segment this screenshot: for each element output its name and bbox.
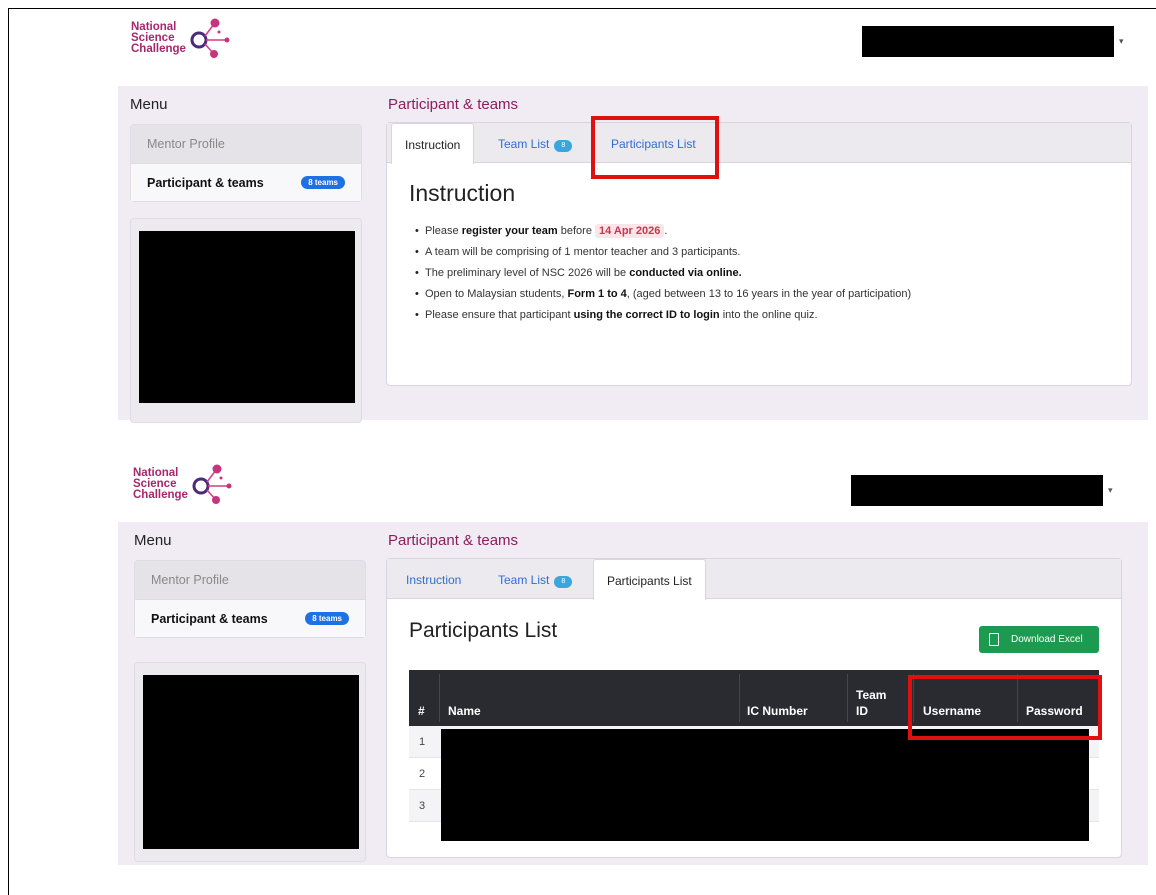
list-item: Please register your team before 14 Apr … (415, 221, 1135, 242)
nsc-logo[interactable]: National Science Challenge (133, 464, 253, 520)
instruction-list: Please register your team before 14 Apr … (415, 221, 1135, 326)
row-number: 3 (419, 800, 426, 812)
sidebar-item-participant-teams[interactable]: Participant & teams 8 teams (135, 599, 365, 637)
photo-redacted (139, 231, 355, 403)
sidebar-item-mentor-profile[interactable]: Mentor Profile (131, 125, 361, 163)
caret-down-icon[interactable]: ▾ (1119, 36, 1124, 47)
tab-instruction[interactable]: Instruction (393, 559, 474, 599)
list-item: A team will be comprising of 1 mentor te… (415, 242, 1135, 263)
column-header-number[interactable]: # (418, 703, 425, 719)
page-title: Participant & teams (388, 532, 519, 549)
download-excel-button[interactable]: Download Excel (979, 626, 1099, 653)
tab-team-list[interactable]: Team List 8 (485, 559, 585, 599)
deadline-date: 14 Apr 2026 (595, 224, 665, 238)
document-border-left (8, 8, 9, 895)
tab-panel: Instruction Team List 8 Participants List… (386, 122, 1132, 386)
column-header-team-id[interactable]: Team ID (856, 687, 886, 719)
team-count-badge: 8 (554, 140, 573, 152)
teams-count-badge: 8 teams (301, 176, 345, 189)
column-header-ic-number[interactable]: IC Number (747, 703, 808, 719)
mentor-photo-card (130, 218, 362, 423)
highlight-box-credentials-columns (908, 675, 1102, 740)
screenshot-instruction-tab: National Science Challenge ▾ Menu Mentor P… (118, 14, 1148, 423)
list-item: Open to Malaysian students, Form 1 to 4,… (415, 284, 1135, 305)
tab-bar: Instruction Team List 8 Participants List (387, 123, 1131, 164)
participants-heading: Participants List (409, 619, 558, 642)
sidebar-item-label: Mentor Profile (151, 573, 229, 587)
tab-instruction[interactable]: Instruction (391, 123, 475, 164)
tab-bar: Instruction Team List 8 Participants List (387, 559, 1121, 600)
column-divider (847, 674, 848, 722)
list-item: The preliminary level of NSC 2026 will b… (415, 263, 1135, 284)
top-navbar: National Science Challenge ▾ (118, 14, 1148, 86)
nsc-molecule-logo-icon (190, 18, 230, 58)
list-item: Please ensure that participant using the… (415, 305, 1135, 326)
nsc-logo[interactable]: National Science Challenge (131, 18, 251, 74)
tab-team-list[interactable]: Team List 8 (485, 123, 585, 163)
instruction-heading: Instruction (409, 180, 516, 206)
sidebar-item-mentor-profile[interactable]: Mentor Profile (135, 561, 365, 599)
column-divider (739, 674, 740, 722)
teams-count-badge: 8 teams (305, 612, 349, 625)
sidebar-menu: Mentor Profile Participant & teams 8 tea… (130, 124, 362, 202)
sidebar-item-participant-teams[interactable]: Participant & teams 8 teams (131, 163, 361, 201)
menu-title: Menu (130, 96, 168, 113)
table-data-redacted (441, 729, 1089, 841)
photo-redacted (143, 675, 359, 849)
column-header-name[interactable]: Name (448, 703, 481, 719)
logo-text: National Science Challenge (133, 467, 188, 501)
nsc-molecule-logo-icon (192, 464, 232, 504)
caret-down-icon[interactable]: ▾ (1108, 485, 1113, 496)
highlight-box-participants-tab (591, 116, 719, 179)
mentor-photo-card (134, 662, 366, 862)
screenshot-participants-tab: National Science Challenge ▾ Menu Mentor P… (118, 460, 1148, 865)
row-number: 2 (419, 768, 426, 780)
document-border-top (8, 8, 1156, 9)
tab-participants-list[interactable]: Participants List (593, 559, 706, 600)
row-number: 1 (419, 736, 426, 748)
sidebar-item-label: Mentor Profile (147, 137, 225, 151)
user-name-redacted[interactable] (851, 475, 1103, 506)
download-excel-icon (989, 633, 999, 646)
column-divider (439, 674, 440, 722)
sidebar-item-label: Participant & teams (147, 176, 264, 190)
page-title: Participant & teams (388, 96, 519, 113)
download-excel-label: Download Excel (1011, 634, 1083, 645)
sidebar-item-label: Participant & teams (151, 612, 268, 626)
sidebar-menu: Mentor Profile Participant & teams 8 tea… (134, 560, 366, 638)
logo-text: National Science Challenge (131, 21, 186, 55)
user-name-redacted[interactable] (862, 26, 1114, 57)
team-count-badge: 8 (554, 576, 573, 588)
menu-title: Menu (134, 532, 172, 549)
